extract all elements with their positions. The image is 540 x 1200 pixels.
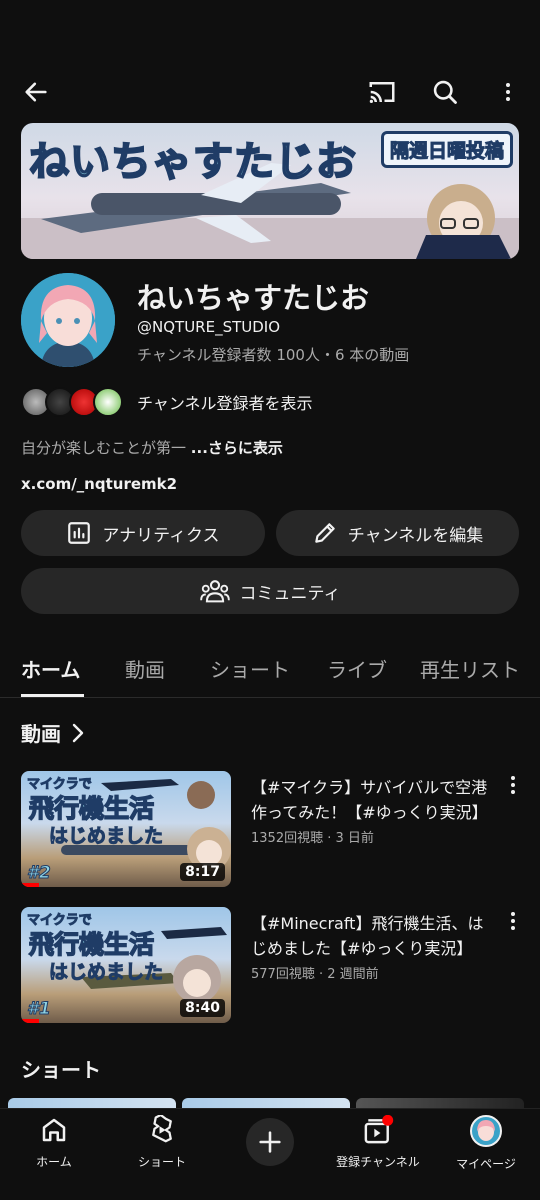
more-vertical-icon xyxy=(506,83,510,101)
community-button[interactable]: コミュニティ xyxy=(21,568,519,614)
videos-section-title: 動画 xyxy=(21,722,61,746)
channel-banner: ねいちゃすたじお 隔週日曜投稿 xyxy=(21,123,519,259)
nav-shorts-label: ショート xyxy=(137,1155,186,1169)
video-meta: 577回視聴 · 2 週間前 xyxy=(251,967,379,982)
watch-progress-bar xyxy=(21,883,39,887)
nav-subscriptions-label: 登録チャンネル xyxy=(336,1155,420,1169)
video-thumbnail[interactable]: マイクラで 飛行機生活 はじめました #2 8:17 xyxy=(21,771,231,887)
video-title[interactable]: 【#Minecraft】飛行機生活、はじめました【#ゆっくり実況】 xyxy=(251,911,499,961)
profile-avatar-icon xyxy=(470,1115,502,1147)
home-icon xyxy=(42,1118,66,1142)
tab-home[interactable]: ホーム xyxy=(21,654,80,683)
description-text: 自分が楽しむことが第一 xyxy=(21,439,187,457)
channel-description[interactable]: 自分が楽しむことが第一 ...さらに表示 xyxy=(21,437,283,458)
nav-mypage[interactable]: マイページ xyxy=(436,1115,536,1172)
video-more-button[interactable] xyxy=(503,771,523,799)
subscribers-link[interactable]: チャンネル登録者を表示 xyxy=(137,390,313,414)
active-tab-indicator xyxy=(21,694,84,697)
channel-avatar[interactable] xyxy=(21,273,115,367)
create-button[interactable] xyxy=(246,1118,294,1166)
video-duration: 8:40 xyxy=(180,999,225,1017)
community-label: コミュニティ xyxy=(239,583,341,604)
analytics-button[interactable]: アナリティクス xyxy=(21,510,265,556)
nav-shorts[interactable]: ショート xyxy=(112,1113,212,1170)
edit-channel-button[interactable]: チャンネルを編集 xyxy=(276,510,519,556)
thumbnail-text-line3: はじめました xyxy=(48,961,164,984)
more-options-button[interactable] xyxy=(488,72,528,112)
more-vertical-icon xyxy=(511,912,515,930)
plus-icon xyxy=(259,1131,281,1153)
subscriptions-icon xyxy=(364,1114,394,1144)
tab-videos[interactable]: 動画 xyxy=(125,654,165,683)
watch-progress-bar xyxy=(21,1019,39,1023)
description-more[interactable]: ...さらに表示 xyxy=(191,439,283,457)
video-duration: 8:17 xyxy=(180,863,225,881)
back-button[interactable] xyxy=(16,72,56,112)
videos-section-header[interactable]: 動画 xyxy=(21,718,87,747)
nav-home[interactable]: ホーム xyxy=(4,1115,104,1170)
search-icon xyxy=(433,80,457,104)
nav-home-label: ホーム xyxy=(36,1155,72,1169)
top-bar xyxy=(0,64,540,120)
episode-label: #1 xyxy=(27,999,52,1020)
banner-title: ねいちゃすたじお xyxy=(28,138,357,186)
channel-handle: @NQTURE_STUDIO xyxy=(137,318,281,336)
thumbnail-text-line2: 飛行機生活 xyxy=(28,793,155,824)
analytics-icon xyxy=(68,522,91,544)
pencil-icon xyxy=(315,523,335,543)
tab-shorts[interactable]: ショート xyxy=(210,654,290,683)
video-item[interactable]: マイクラで 飛行機生活 はじめました #1 8:40 【#Minecraft】飛… xyxy=(21,907,519,1025)
video-title[interactable]: 【#マイクラ】サバイバルで空港作ってみた！【#ゆっくり実況】 xyxy=(251,775,499,825)
video-item[interactable]: マイクラで 飛行機生活 はじめました #2 8:17 【#マイクラ】サバイバルで… xyxy=(21,771,519,889)
external-link[interactable]: x.com/_nqturemk2 xyxy=(21,475,177,493)
channel-name: ねいちゃすたじお xyxy=(137,281,370,315)
banner-badge: 隔週日曜投稿 xyxy=(380,131,513,168)
tab-live[interactable]: ライブ xyxy=(327,654,387,683)
bottom-navigation: ホーム ショート 登録チャンネル マイページ xyxy=(0,1108,540,1200)
video-thumbnail[interactable]: マイクラで 飛行機生活 はじめました #1 8:40 xyxy=(21,907,231,1023)
cast-icon xyxy=(369,82,395,103)
arrow-left-icon xyxy=(25,82,47,102)
nav-subscriptions[interactable]: 登録チャンネル xyxy=(328,1114,428,1170)
channel-stats: チャンネル登録者数 100人・6 本の動画 xyxy=(137,346,410,364)
avatar-art xyxy=(21,273,115,367)
cast-button[interactable] xyxy=(362,72,402,112)
more-vertical-icon xyxy=(511,776,515,794)
thumbnail-text-line2: 飛行機生活 xyxy=(28,929,155,960)
subscriber-avatar xyxy=(93,387,123,417)
shorts-icon xyxy=(152,1113,172,1143)
tab-playlists[interactable]: 再生リスト xyxy=(420,654,520,683)
channel-tabs: ホーム 動画 ショート ライブ 再生リスト xyxy=(0,646,540,698)
analytics-label: アナリティクス xyxy=(102,525,220,546)
nav-mypage-label: マイページ xyxy=(456,1157,516,1171)
shorts-section-title[interactable]: ショート xyxy=(21,1054,101,1083)
subscribers-row[interactable]: チャンネル登録者を表示 xyxy=(21,385,313,419)
edit-channel-label: チャンネルを編集 xyxy=(347,525,484,546)
search-button[interactable] xyxy=(425,72,465,112)
episode-label: #2 xyxy=(27,863,52,884)
thumbnail-text-line3: はじめました xyxy=(48,825,164,848)
people-icon xyxy=(199,580,230,603)
chevron-right-icon xyxy=(72,723,84,742)
video-more-button[interactable] xyxy=(503,907,523,935)
video-meta: 1352回視聴 · 3 日前 xyxy=(251,831,374,846)
